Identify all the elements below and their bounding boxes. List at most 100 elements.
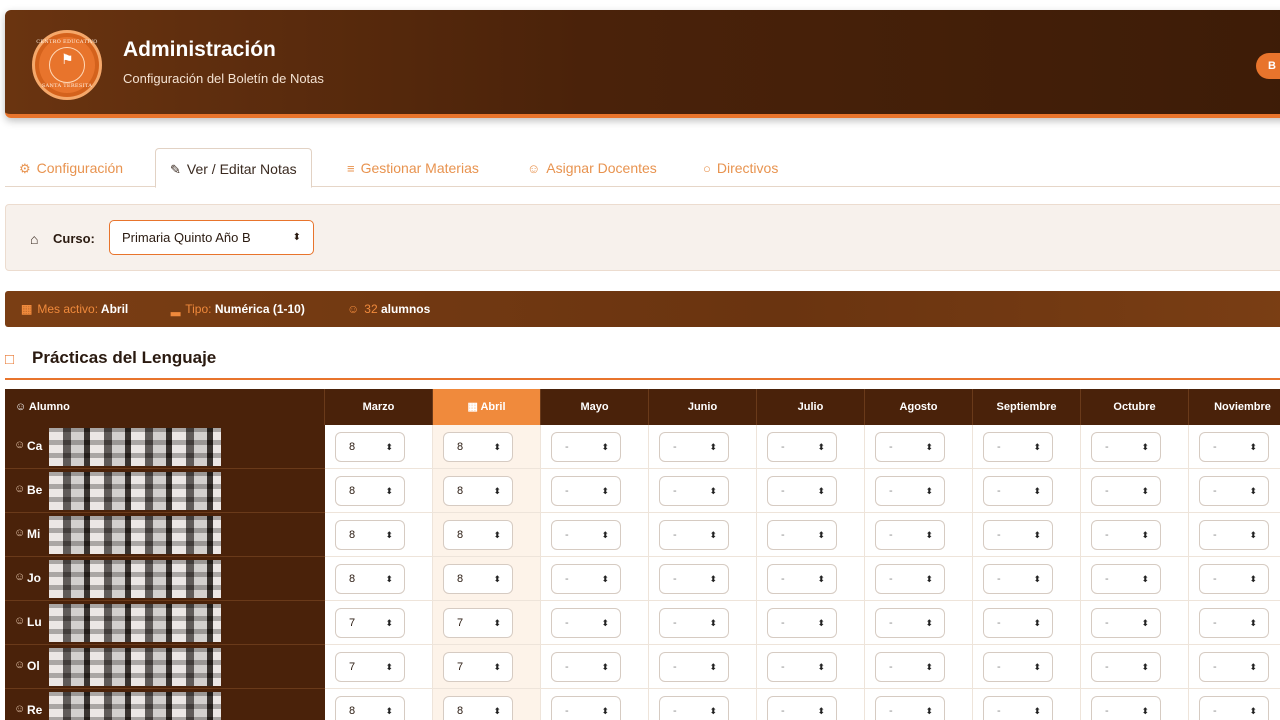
- grade-select[interactable]: 8 ⬍: [335, 476, 405, 506]
- sort-arrows-icon: ⬍: [601, 486, 609, 496]
- month-header-octubre: Octubre: [1081, 389, 1189, 425]
- grade-select[interactable]: - ⬍: [1199, 652, 1269, 682]
- grade-select[interactable]: - ⬍: [983, 476, 1053, 506]
- grade-select[interactable]: - ⬍: [983, 432, 1053, 462]
- grade-select[interactable]: - ⬍: [1091, 432, 1161, 462]
- grade-select[interactable]: - ⬍: [875, 564, 945, 594]
- grade-select[interactable]: - ⬍: [659, 432, 729, 462]
- grade-select[interactable]: - ⬍: [551, 652, 621, 682]
- grade-select[interactable]: - ⬍: [767, 652, 837, 682]
- grade-select[interactable]: 8 ⬍: [443, 564, 513, 594]
- grade-select[interactable]: 8 ⬍: [335, 520, 405, 550]
- grade-select[interactable]: - ⬍: [1091, 520, 1161, 550]
- course-filter: ⌂ Curso: Primaria Quinto Año B ⬍: [5, 204, 1280, 271]
- grade-select[interactable]: - ⬍: [1199, 520, 1269, 550]
- table-row: ☺ Ca 8 ⬍ 8 ⬍ - ⬍ - ⬍ - ⬍ - ⬍ - ⬍ - ⬍ - ⬍: [5, 425, 1280, 469]
- grade-select[interactable]: 8 ⬍: [335, 564, 405, 594]
- redacted-name-mosaic: [49, 648, 221, 686]
- grade-select[interactable]: - ⬍: [551, 696, 621, 720]
- grade-select[interactable]: - ⬍: [983, 608, 1053, 638]
- grade-cell: - ⬍: [1189, 645, 1280, 689]
- grade-select[interactable]: - ⬍: [875, 476, 945, 506]
- grade-value: -: [673, 573, 677, 585]
- grade-value: -: [997, 573, 1001, 585]
- grade-cell: - ⬍: [865, 601, 973, 645]
- grade-select[interactable]: - ⬍: [767, 564, 837, 594]
- grade-select[interactable]: - ⬍: [1199, 432, 1269, 462]
- grade-cell: - ⬍: [973, 513, 1081, 557]
- grade-select[interactable]: 8 ⬍: [443, 696, 513, 720]
- grade-value: 7: [349, 617, 356, 629]
- grade-select[interactable]: - ⬍: [767, 696, 837, 720]
- grade-select[interactable]: 8 ⬍: [443, 476, 513, 506]
- grade-select[interactable]: - ⬍: [659, 564, 729, 594]
- grade-value: -: [1213, 661, 1217, 673]
- grade-select[interactable]: - ⬍: [875, 696, 945, 720]
- month-header-marzo: Marzo: [325, 389, 433, 425]
- grade-select[interactable]: 8 ⬍: [443, 432, 513, 462]
- grade-select[interactable]: 7 ⬍: [443, 608, 513, 638]
- grade-select[interactable]: - ⬍: [983, 696, 1053, 720]
- grade-select[interactable]: - ⬍: [551, 608, 621, 638]
- grade-select[interactable]: 8 ⬍: [335, 696, 405, 720]
- grade-select[interactable]: 7 ⬍: [335, 652, 405, 682]
- grade-select[interactable]: - ⬍: [1091, 476, 1161, 506]
- grade-select[interactable]: - ⬍: [551, 476, 621, 506]
- grade-select[interactable]: - ⬍: [1091, 652, 1161, 682]
- grade-select[interactable]: - ⬍: [1091, 608, 1161, 638]
- sort-arrows-icon: ⬍: [601, 662, 609, 672]
- month-header-junio: Junio: [649, 389, 757, 425]
- grade-select[interactable]: - ⬍: [983, 564, 1053, 594]
- grade-select[interactable]: - ⬍: [767, 608, 837, 638]
- grade-select[interactable]: 7 ⬍: [335, 608, 405, 638]
- grade-select[interactable]: - ⬍: [659, 696, 729, 720]
- grade-select[interactable]: - ⬍: [983, 520, 1053, 550]
- grade-select[interactable]: 8 ⬍: [335, 432, 405, 462]
- grade-select[interactable]: - ⬍: [1199, 608, 1269, 638]
- page-title: Administración: [123, 38, 276, 61]
- sort-arrows-icon: ⬍: [817, 574, 825, 584]
- grade-select[interactable]: - ⬍: [1091, 696, 1161, 720]
- grade-value: -: [565, 441, 569, 453]
- grade-select[interactable]: - ⬍: [1091, 564, 1161, 594]
- tab-ver-editar-notas[interactable]: ✎ Ver / Editar Notas: [155, 148, 312, 188]
- redacted-name-mosaic: [49, 472, 221, 510]
- tab-asignar-docentes[interactable]: ☺ Asignar Docentes: [527, 148, 657, 187]
- student-name-cell: ☺ Ca: [5, 425, 325, 469]
- tab-configuracion[interactable]: ⚙ Configuración: [19, 148, 123, 187]
- grade-value: -: [781, 529, 785, 541]
- grade-select[interactable]: - ⬍: [1199, 696, 1269, 720]
- grade-select[interactable]: - ⬍: [551, 520, 621, 550]
- course-select[interactable]: Primaria Quinto Año B ⬍: [109, 220, 314, 255]
- grade-select[interactable]: - ⬍: [659, 652, 729, 682]
- grade-select[interactable]: - ⬍: [767, 432, 837, 462]
- sort-arrows-icon: ⬍: [1033, 618, 1041, 628]
- grade-select[interactable]: - ⬍: [875, 608, 945, 638]
- grade-select[interactable]: - ⬍: [659, 608, 729, 638]
- grade-value: -: [565, 661, 569, 673]
- grade-select[interactable]: - ⬍: [551, 564, 621, 594]
- header-button[interactable]: B: [1256, 53, 1280, 79]
- grade-select[interactable]: - ⬍: [767, 520, 837, 550]
- grade-select[interactable]: 8 ⬍: [443, 520, 513, 550]
- month-header-label: Junio: [687, 401, 718, 413]
- grade-select[interactable]: - ⬍: [875, 520, 945, 550]
- grade-select[interactable]: - ⬍: [1199, 476, 1269, 506]
- grade-select[interactable]: - ⬍: [983, 652, 1053, 682]
- grade-select[interactable]: - ⬍: [551, 432, 621, 462]
- grade-cell: - ⬍: [541, 557, 649, 601]
- grade-select[interactable]: - ⬍: [1199, 564, 1269, 594]
- sort-arrows-icon: ⬍: [817, 530, 825, 540]
- grade-select[interactable]: - ⬍: [659, 520, 729, 550]
- grade-select[interactable]: - ⬍: [767, 476, 837, 506]
- grade-select[interactable]: - ⬍: [875, 652, 945, 682]
- sort-arrows-icon: ⬍: [1033, 530, 1041, 540]
- grade-select[interactable]: - ⬍: [875, 432, 945, 462]
- tab-gestionar-materias[interactable]: ≡ Gestionar Materias: [347, 148, 479, 187]
- grade-select[interactable]: 7 ⬍: [443, 652, 513, 682]
- tab-directivos[interactable]: ○ Directivos: [703, 148, 778, 187]
- redacted-name-mosaic: [49, 692, 221, 720]
- tab-label: Directivos: [716, 160, 779, 176]
- grade-select[interactable]: - ⬍: [659, 476, 729, 506]
- grade-cell: 8 ⬍: [325, 469, 433, 513]
